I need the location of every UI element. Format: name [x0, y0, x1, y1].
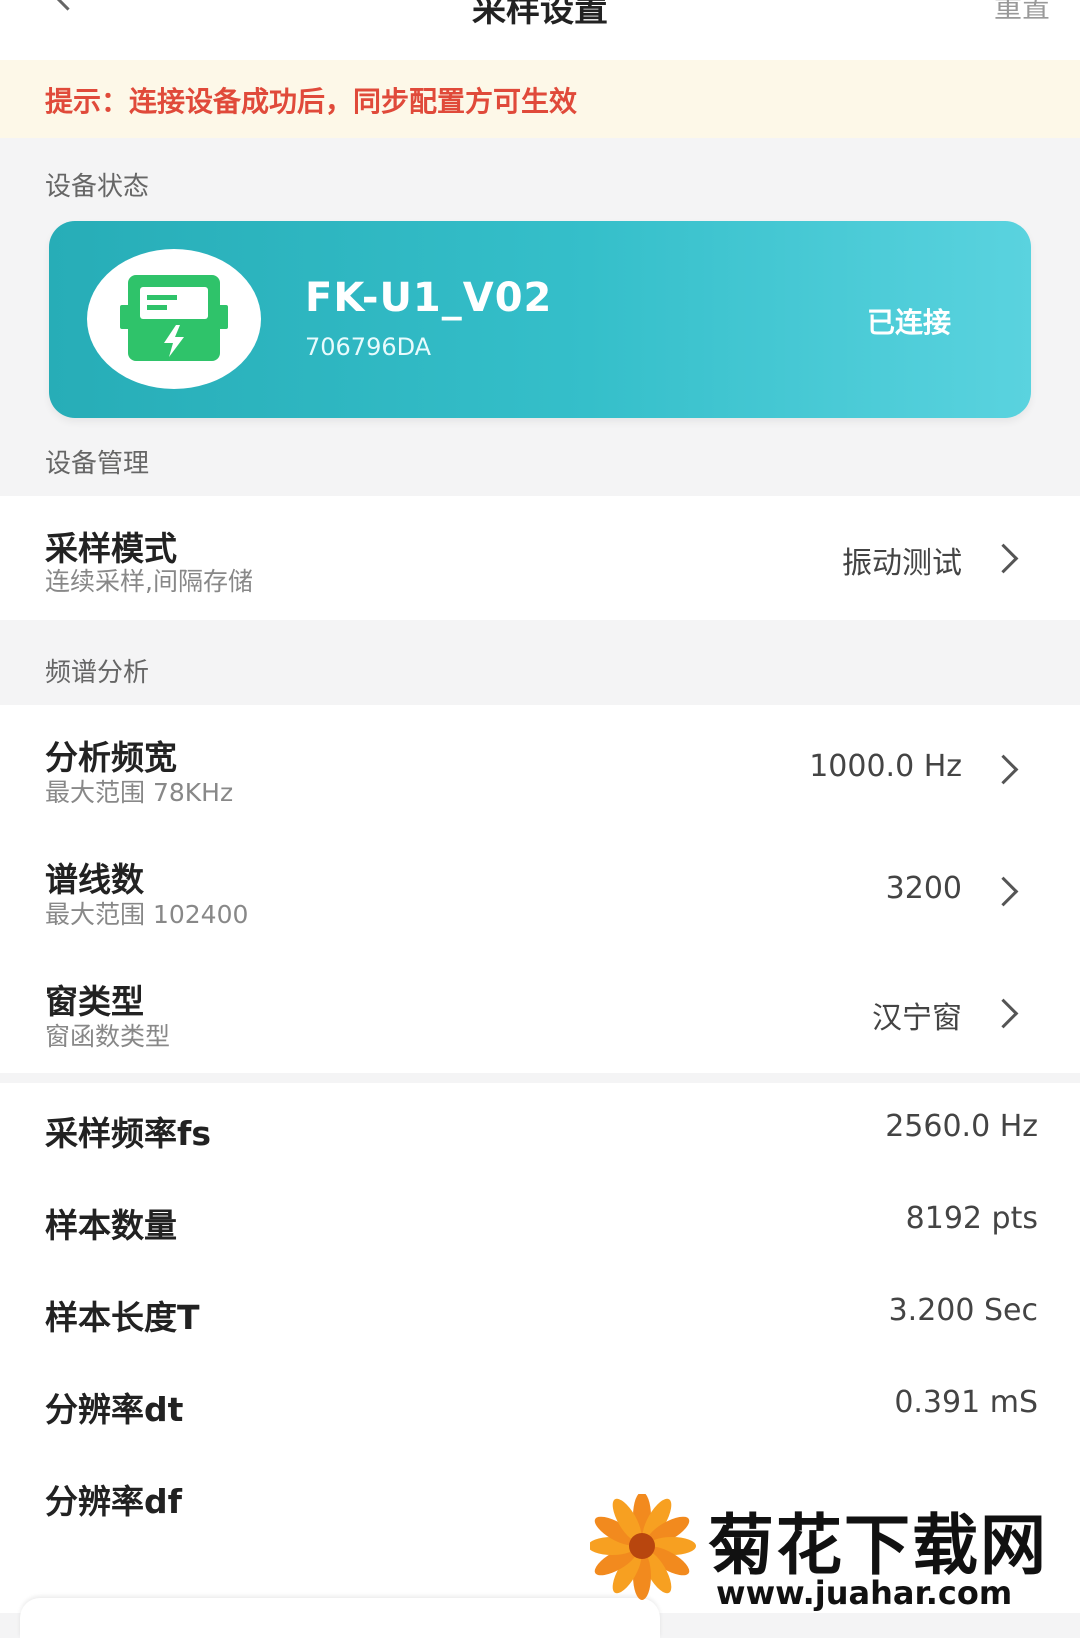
top-bar: 采样设置 重置 [0, 0, 1080, 60]
flower-logo-icon [590, 1494, 696, 1600]
chevron-right-icon [988, 754, 1019, 785]
device-id: 706796DA [305, 333, 432, 361]
sample-count-row: 样本数量 8192 pts [0, 1175, 1080, 1267]
bandwidth-value: 1000.0 Hz [809, 749, 962, 784]
device-card[interactable]: FK-U1_V02 706796DA 已连接 [49, 221, 1031, 418]
sample-length-label: 样本长度T [45, 1298, 200, 1337]
window-type-subtitle: 窗函数类型 [45, 1022, 171, 1051]
chevron-right-icon [988, 876, 1019, 907]
meter-icon [120, 275, 228, 361]
spectral-lines-row[interactable]: 谱线数 最大范围 102400 3200 [0, 827, 1080, 949]
device-management-group: 采样模式 连续采样,间隔存储 振动测试 [0, 496, 1080, 620]
watermark-url: www.juahar.com [716, 1574, 1013, 1612]
tip-text: 提示：连接设备成功后，同步配置方可生效 [45, 85, 578, 118]
sample-length-value: 3.200 Sec [888, 1293, 1038, 1328]
bandwidth-title: 分析频宽 [45, 738, 177, 777]
window-type-value: 汉宁窗 [872, 1001, 962, 1036]
tip-banner: 提示：连接设备成功后，同步配置方可生效 [0, 60, 1080, 138]
sample-length-row: 样本长度T 3.200 Sec [0, 1267, 1080, 1359]
chevron-right-icon [988, 998, 1019, 1029]
section-label-spectrum: 频谱分析 [45, 658, 150, 688]
sample-count-value: 8192 pts [905, 1201, 1038, 1236]
spectral-lines-title: 谱线数 [45, 860, 144, 899]
page-title: 采样设置 [472, 0, 608, 30]
section-label-device-status: 设备状态 [45, 172, 150, 202]
sampling-frequency-value: 2560.0 Hz [885, 1109, 1038, 1144]
window-type-row[interactable]: 窗类型 窗函数类型 汉宁窗 [0, 949, 1080, 1071]
device-name: FK-U1_V02 [305, 275, 553, 321]
bandwidth-row[interactable]: 分析频宽 最大范围 78KHz 1000.0 Hz [0, 705, 1080, 827]
spectrum-group: 分析频宽 最大范围 78KHz 1000.0 Hz 谱线数 最大范围 10240… [0, 705, 1080, 1073]
sampling-mode-value: 振动测试 [842, 546, 962, 581]
resolution-dt-label: 分辨率dt [45, 1390, 184, 1429]
sampling-frequency-label: 采样频率fs [45, 1114, 211, 1153]
window-type-title: 窗类型 [45, 982, 144, 1021]
connection-status: 已连接 [866, 306, 951, 339]
device-avatar [87, 249, 261, 389]
sampling-mode-subtitle: 连续采样,间隔存储 [45, 567, 253, 596]
spectral-lines-value: 3200 [885, 871, 962, 906]
section-label-device-management: 设备管理 [45, 449, 150, 479]
bottom-sheet-edge [20, 1598, 660, 1638]
spectral-lines-subtitle: 最大范围 102400 [45, 900, 249, 929]
watermark: 菊花下载网 www.juahar.com [590, 1484, 1070, 1613]
reset-button[interactable]: 重置 [994, 0, 1050, 26]
chevron-right-icon [988, 543, 1019, 574]
resolution-dt-row: 分辨率dt 0.391 mS [0, 1359, 1080, 1451]
sampling-frequency-row: 采样频率fs 2560.0 Hz [0, 1083, 1080, 1175]
sampling-mode-row[interactable]: 采样模式 连续采样,间隔存储 振动测试 [0, 496, 1080, 620]
bandwidth-subtitle: 最大范围 78KHz [45, 778, 234, 807]
resolution-dt-value: 0.391 mS [894, 1385, 1038, 1420]
resolution-df-label: 分辨率df [45, 1482, 182, 1521]
sample-count-label: 样本数量 [45, 1206, 177, 1245]
